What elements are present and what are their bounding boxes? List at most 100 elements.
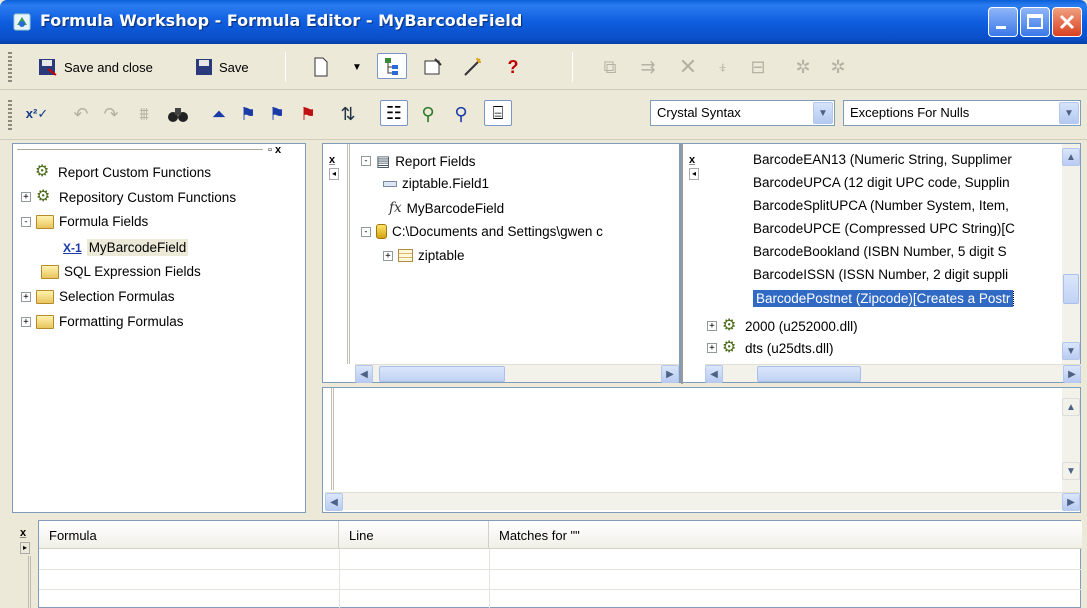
show-formula-button[interactable]: ⍖ (710, 54, 736, 80)
find-button[interactable] (165, 101, 191, 127)
expand-icon[interactable]: + (383, 250, 393, 261)
toggle-tree-button[interactable] (377, 53, 407, 79)
function-list-item[interactable]: BarcodeBookland (ISBN Number, 5 digit S (753, 244, 1061, 259)
function-list-item[interactable]: BarcodeEAN13 (Numeric String, Supplimer (753, 152, 1061, 167)
check-button[interactable]: x²✓ (24, 101, 50, 127)
results-close-icon[interactable]: x̲ (20, 527, 26, 539)
table-row[interactable] (39, 591, 1082, 608)
chevron-down-icon[interactable]: ▼ (1059, 102, 1079, 124)
column-header-matches[interactable]: Matches for "" (489, 521, 1082, 549)
splitter[interactable] (681, 144, 683, 384)
scroll-right-icon[interactable]: ▶ (1062, 493, 1080, 511)
fields-tree-item[interactable]: + ziptable (383, 248, 465, 263)
scroll-left-icon[interactable]: ◀ (355, 365, 373, 383)
workshop-tree-item[interactable]: ⚙ Report Custom Functions (35, 164, 211, 180)
column-header-line[interactable]: Line (339, 521, 489, 549)
toolbar-grip[interactable] (8, 100, 12, 130)
rename-button[interactable]: ⇉ (635, 54, 661, 80)
sort-button[interactable]: ⇅ (335, 101, 361, 127)
expert-button[interactable] (460, 54, 486, 80)
collapse-icon[interactable]: - (361, 156, 371, 166)
expand-icon[interactable]: + (707, 321, 717, 331)
fields-tree-item[interactable]: fx MyBarcodeField (389, 200, 504, 216)
function-library-item[interactable]: + ⚙ 2000 (u252000.dll) (707, 318, 858, 334)
scroll-left-icon[interactable]: ◀ (705, 365, 723, 383)
fields-panel-close-icon[interactable]: x̲ (329, 154, 335, 166)
function-list-item[interactable]: BarcodePostnet (Zipcode)[Creates a Postr (753, 290, 1061, 307)
workshop-tree-item[interactable]: + ⚙ Repository Custom Functions (21, 189, 236, 205)
scroll-thumb[interactable] (379, 366, 505, 382)
copy-formula-button[interactable]: ⧉ (597, 54, 623, 80)
scroll-up-icon[interactable]: ▲ (1062, 398, 1080, 416)
workshop-tree-item[interactable]: - Formula Fields (21, 214, 148, 229)
expand-icon[interactable]: + (21, 316, 31, 327)
editor-horizontal-scrollbar[interactable]: ◀ ▶ (325, 492, 1080, 511)
workshop-tree-item[interactable]: + Selection Formulas (21, 289, 175, 304)
workshop-tree-item[interactable]: X-1 MyBarcodeField (63, 239, 189, 256)
scroll-right-icon[interactable]: ▶ (1063, 365, 1081, 383)
remove-repository-button[interactable]: ✲ (825, 54, 851, 80)
function-list-item[interactable]: BarcodeISSN (ISSN Number, 2 digit suppli (753, 267, 1061, 282)
browse-data-button[interactable]: ⩩ (131, 101, 157, 127)
minimize-button[interactable] (988, 7, 1018, 37)
scroll-thumb[interactable] (757, 366, 861, 382)
scroll-right-icon[interactable]: ▶ (661, 365, 679, 383)
scroll-thumb[interactable] (1063, 274, 1079, 304)
scroll-down-icon[interactable]: ▼ (1062, 342, 1080, 360)
new-dropdown-button[interactable]: ▼ (350, 54, 364, 80)
syntax-select[interactable]: Crystal Syntax ▼ (650, 100, 835, 126)
toolbar-grip[interactable] (8, 52, 12, 82)
expand-icon[interactable]: + (21, 192, 31, 202)
save-and-close-button[interactable]: Save and close (38, 53, 153, 81)
toggle-fields-tree-button[interactable]: ☷ (380, 100, 408, 126)
new-button[interactable] (310, 54, 332, 80)
undo-button[interactable]: ↶ (70, 101, 92, 127)
expand-icon[interactable]: + (21, 291, 31, 302)
toggle-operators-tree-button[interactable]: ⚲ (448, 101, 474, 127)
fields-tree-item[interactable]: ziptable.Field1 (383, 176, 489, 191)
function-list-item[interactable]: BarcodeSplitUPCA (Number System, Item, (753, 198, 1061, 213)
function-list-item[interactable]: BarcodeUPCE (Compressed UPC String)[C (753, 221, 1061, 236)
chevron-down-icon[interactable]: ▼ (813, 102, 833, 124)
functions-panel-pin-icon[interactable]: ◂ (689, 168, 699, 180)
function-library-item[interactable]: + ⚙ dts (u25dts.dll) (707, 340, 834, 356)
help-button[interactable]: ? (500, 54, 526, 80)
formula-editor[interactable]: ▲ ▼ ◀ ▶ (322, 387, 1081, 513)
clear-bookmarks-button[interactable]: ⚑ (297, 101, 319, 127)
expand-icon[interactable]: + (707, 343, 717, 353)
redo-button[interactable]: ↷ (100, 101, 122, 127)
editor-vertical-scrollbar[interactable]: ▲ ▼ (1062, 388, 1080, 492)
fields-tree-item[interactable]: - C:\Documents and Settings\gwen c (361, 224, 603, 239)
toggle-results-button[interactable]: ⌸ (484, 100, 512, 126)
next-bookmark-button[interactable]: ⚑ (237, 101, 259, 127)
table-row[interactable] (39, 551, 1082, 570)
panel-grip[interactable] (17, 149, 263, 153)
previous-bookmark-button[interactable]: ⚑ (266, 101, 288, 127)
workshop-tree-item[interactable]: SQL Expression Fields (41, 264, 201, 279)
close-button[interactable] (1052, 7, 1082, 37)
title-bar[interactable]: Formula Workshop - Formula Editor - MyBa… (0, 0, 1087, 44)
fields-tree-item[interactable]: - ▤ Report Fields (361, 152, 475, 170)
toggle-functions-tree-button[interactable]: ⚲ (415, 101, 441, 127)
functions-vertical-scrollbar[interactable]: ▲ ▼ (1062, 144, 1080, 364)
add-repository-button[interactable]: ✲ (790, 54, 816, 80)
scroll-up-icon[interactable]: ▲ (1062, 148, 1080, 166)
functions-panel-close-icon[interactable]: x̲ (689, 154, 695, 166)
scroll-down-icon[interactable]: ▼ (1062, 462, 1080, 480)
fields-horizontal-scrollbar[interactable]: ◀ ▶ (355, 364, 679, 383)
maximize-button[interactable] (1020, 7, 1050, 37)
properties-button[interactable] (420, 54, 446, 80)
column-header-formula[interactable]: Formula (39, 521, 339, 549)
collapse-icon[interactable]: - (21, 216, 31, 227)
panel-close-icon[interactable]: ▫ x (268, 144, 281, 156)
results-pin-icon[interactable]: ▸ (20, 542, 30, 554)
null-handling-select[interactable]: Exceptions For Nulls ▼ (843, 100, 1081, 126)
function-list-item[interactable]: BarcodeUPCA (12 digit UPC code, Supplin (753, 175, 1061, 190)
collapse-icon[interactable]: - (361, 226, 371, 237)
scroll-left-icon[interactable]: ◀ (325, 493, 343, 511)
table-row[interactable] (39, 571, 1082, 590)
splitter[interactable] (347, 144, 350, 364)
delete-button[interactable]: ✕ (675, 54, 701, 80)
use-editor-button[interactable]: ⊟ (745, 54, 771, 80)
bookmark-toggle-button[interactable]: ⏶ (208, 101, 230, 127)
